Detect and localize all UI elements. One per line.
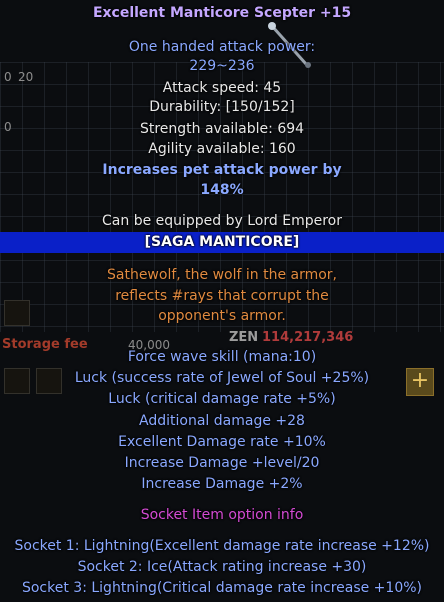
pet-attack-value: 148% <box>200 182 244 198</box>
equip-class: Can be equipped by Lord Emperor <box>102 213 342 229</box>
option-line: Increase Damage +level/20 <box>124 455 320 471</box>
agility-requirement: Agility available: 160 <box>148 141 296 157</box>
socket-line: Socket 3: Lightning(Critical damage rate… <box>21 580 422 596</box>
lore-line: opponent's armor. <box>158 308 286 324</box>
option-line: Luck (success rate of Jewel of Soul +25%… <box>74 370 370 386</box>
option-line: Luck (critical damage rate +5%) <box>108 391 336 407</box>
pet-attack-label: Increases pet attack power by <box>102 162 342 178</box>
socket-line: Socket 1: Lightning(Excellent damage rat… <box>14 538 430 554</box>
attack-power-value: 229~236 <box>189 58 255 74</box>
item-tooltip: Excellent Manticore Scepter +15 One hand… <box>0 0 444 602</box>
option-line: Increase Damage +2% <box>141 476 303 492</box>
item-title: Excellent Manticore Scepter +15 <box>92 5 352 21</box>
attack-speed: Attack speed: 45 <box>162 80 282 96</box>
strength-requirement: Strength available: 694 <box>139 121 305 137</box>
attack-power-label: One handed attack power: <box>128 39 316 55</box>
socket-line: Socket 2: Ice(Attack rating increase +30… <box>77 559 367 575</box>
option-line: Additional damage +28 <box>139 413 305 429</box>
option-line: Force wave skill (mana:10) <box>127 349 317 365</box>
lore-line: reflects #rays that corrupt the <box>115 288 329 304</box>
lore-line: Sathewolf, the wolf in the armor, <box>106 267 338 283</box>
durability: Durability: [150/152] <box>149 99 295 115</box>
set-name: [SAGA MANTICORE] <box>144 234 300 250</box>
socket-header: Socket Item option info <box>140 507 304 523</box>
option-line: Excellent Damage rate +10% <box>118 434 326 450</box>
